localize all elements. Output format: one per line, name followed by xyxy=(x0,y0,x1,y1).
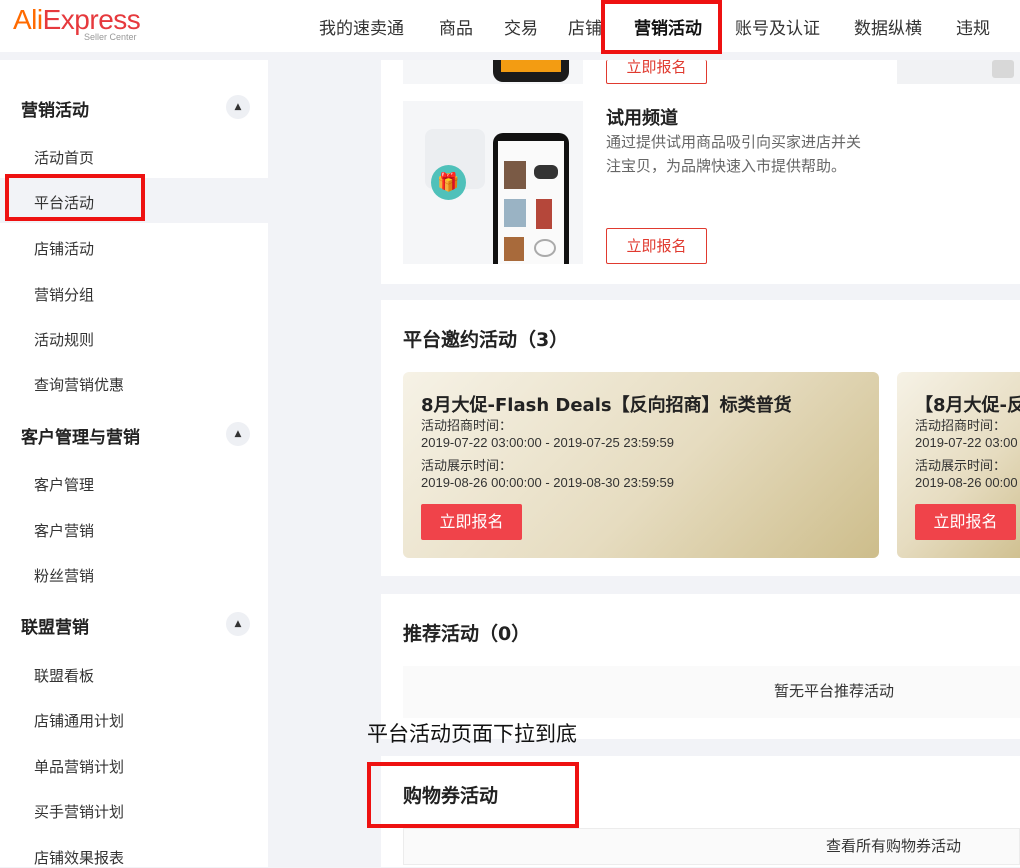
product-thumb-2 xyxy=(534,165,558,179)
product-thumb-6 xyxy=(534,239,556,257)
product-thumb-1 xyxy=(504,161,526,189)
display-time-value: 2019-08-26 00:00 xyxy=(915,475,1018,490)
signup-button-top[interactable]: 立即报名 xyxy=(606,60,707,84)
channel-thumb-top xyxy=(403,60,583,84)
sidebar-item-affiliate-dashboard[interactable]: 联盟看板 xyxy=(34,665,94,686)
nav-orders[interactable]: 交易 xyxy=(504,14,538,39)
sidebar-item-fan-marketing[interactable]: 粉丝营销 xyxy=(34,565,94,586)
promo-card-2[interactable]: 【8月大促-反 活动招商时间： 2019-07-22 03:00 活动展示时间：… xyxy=(897,372,1020,558)
sidebar-section-customer[interactable]: 客户管理与营销 xyxy=(21,423,140,448)
sidebar-item-activity-rules[interactable]: 活动规则 xyxy=(34,329,94,350)
highlight-box-platform-activity xyxy=(5,174,145,221)
recruit-time-value: 2019-07-22 03:00:00 - 2019-07-25 23:59:5… xyxy=(421,435,674,450)
logo-text-ali: Ali xyxy=(13,4,43,35)
phone-screen xyxy=(498,141,564,264)
sidebar-item-query-discounts[interactable]: 查询营销优惠 xyxy=(34,374,124,395)
gift-icon: 🎁 xyxy=(431,165,466,200)
logo-text-express: Express xyxy=(42,4,141,35)
phone-screen-strip xyxy=(501,60,561,72)
promo-card-title: 8月大促-Flash Deals【反向招商】标类普货 xyxy=(421,395,792,416)
display-time-label: 活动展示时间： xyxy=(421,458,513,473)
recruit-time-label: 活动招商时间： xyxy=(915,418,1007,433)
nav-account[interactable]: 账号及认证 xyxy=(735,14,820,39)
sidebar-section-affiliate[interactable]: 联盟营销 xyxy=(21,613,89,638)
recruit-time-value: 2019-07-22 03:00 xyxy=(915,435,1018,450)
sidebar-item-buyer-plan[interactable]: 买手营销计划 xyxy=(34,801,124,822)
sidebar-item-store-report[interactable]: 店铺效果报表 xyxy=(34,847,124,868)
phone-image xyxy=(493,133,569,264)
sidebar-item-store-general-plan[interactable]: 店铺通用计划 xyxy=(34,710,124,731)
promo-card-1[interactable]: 8月大促-Flash Deals【反向招商】标类普货 活动招商时间： 2019-… xyxy=(403,372,879,558)
sidebar-item-single-product-plan[interactable]: 单品营销计划 xyxy=(34,756,124,777)
aliexpress-logo[interactable]: AliExpress Seller Center xyxy=(13,4,141,42)
nav-products[interactable]: 商品 xyxy=(439,14,473,39)
sidebar-item-customer-management[interactable]: 客户管理 xyxy=(34,474,94,495)
display-time-label: 活动展示时间： xyxy=(915,458,1007,473)
device-image xyxy=(992,60,1014,78)
product-thumb-3 xyxy=(504,199,526,227)
trial-signup-button[interactable]: 立即报名 xyxy=(606,228,707,264)
highlight-box-coupon xyxy=(367,762,579,828)
nav-my-aliexpress[interactable]: 我的速卖通 xyxy=(319,14,404,39)
trial-desc-line1: 通过提供试用商品吸引向买家进店并关 xyxy=(606,133,862,151)
recruit-time-label: 活动招商时间： xyxy=(421,418,513,433)
sidebar-section-marketing[interactable]: 营销活动 xyxy=(21,96,89,121)
promo-signup-button[interactable]: 立即报名 xyxy=(915,504,1016,540)
product-thumb-4 xyxy=(536,199,552,229)
sidebar-item-customer-marketing[interactable]: 客户营销 xyxy=(34,520,94,541)
invite-section-title: 平台邀约活动（3） xyxy=(403,329,569,351)
promo-signup-button[interactable]: 立即报名 xyxy=(421,504,522,540)
collapse-affiliate-icon[interactable]: ▲ xyxy=(226,612,250,636)
view-all-coupons-button[interactable]: 查看所有购物券活动 xyxy=(403,828,1020,865)
sidebar-item-store-activity[interactable]: 店铺活动 xyxy=(34,238,94,259)
top-header: AliExpress Seller Center 我的速卖通 商品 交易 店铺 … xyxy=(0,0,1020,52)
recommend-empty-state: 暂无平台推荐活动 xyxy=(403,666,1020,718)
display-time-value: 2019-08-26 00:00:00 - 2019-08-30 23:59:5… xyxy=(421,475,674,490)
highlight-box-nav-marketing xyxy=(601,0,722,54)
product-thumb-5 xyxy=(504,237,524,261)
phone-bottom-image xyxy=(493,60,569,82)
collapse-marketing-icon[interactable]: ▲ xyxy=(226,95,250,119)
trial-channel-desc: 通过提供试用商品吸引向买家进店并关 注宝贝，为品牌快速入市提供帮助。 xyxy=(606,130,861,178)
annotation-caption: 平台活动页面下拉到底 xyxy=(367,722,577,746)
recommend-section-title: 推荐活动（0） xyxy=(403,623,531,645)
trial-desc-line2: 注宝贝，为品牌快速入市提供帮助。 xyxy=(606,157,847,175)
sidebar-item-activity-home[interactable]: 活动首页 xyxy=(34,147,94,168)
sidebar-item-marketing-group[interactable]: 营销分组 xyxy=(34,284,94,305)
channel-thumb-right xyxy=(897,60,1020,84)
nav-store[interactable]: 店铺 xyxy=(568,14,602,39)
logo-subtitle: Seller Center xyxy=(84,32,137,42)
nav-violations[interactable]: 违规 xyxy=(956,14,990,39)
promo-card-title: 【8月大促-反 xyxy=(915,395,1020,416)
collapse-customer-icon[interactable]: ▲ xyxy=(226,422,250,446)
trial-channel-title: 试用频道 xyxy=(606,108,678,129)
nav-data[interactable]: 数据纵横 xyxy=(854,14,922,39)
trial-channel-thumb: 🎁 xyxy=(403,101,583,264)
